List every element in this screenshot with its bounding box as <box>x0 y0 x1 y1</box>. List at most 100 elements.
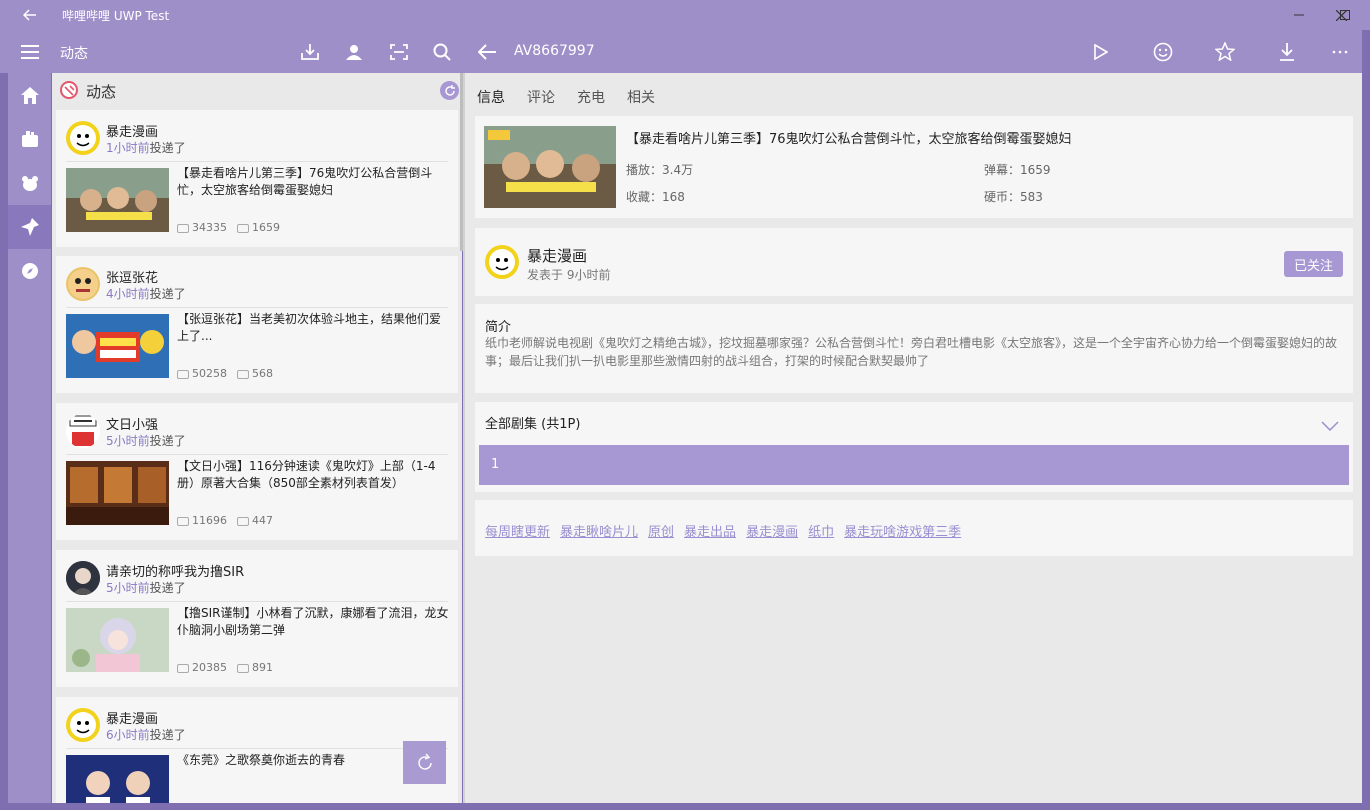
video-thumbnail[interactable] <box>66 755 169 803</box>
danmaku-count: 弹幕：1659 <box>984 163 1051 177</box>
avatar[interactable] <box>66 121 100 155</box>
user-name[interactable]: 暴走漫画 <box>106 121 158 140</box>
post-meta: 5小时前投递了 <box>106 432 186 449</box>
list-item[interactable]: 文日小强 5小时前投递了 【文日小强】116分钟速读《鬼吹灯》上部（1-4册）原… <box>56 403 458 540</box>
video-thumbnail[interactable] <box>66 168 169 232</box>
more-icon[interactable] <box>1322 30 1358 73</box>
user-icon[interactable] <box>336 30 372 73</box>
danmaku-count: 568 <box>252 367 273 380</box>
episode-item[interactable]: 1 <box>479 445 1349 485</box>
nav-discover-icon[interactable] <box>8 249 51 293</box>
nav-home-icon[interactable] <box>8 73 51 117</box>
play-count-icon <box>177 369 189 379</box>
detail-tabs: 信息 评论 充电 相关 <box>477 87 655 107</box>
post-time: 1小时前 <box>106 141 150 155</box>
list-item[interactable]: 请亲切的称呼我为撸SIR 5小时前投递了 【撸SIR谨制】小林看了沉默，康娜看了… <box>56 550 458 687</box>
nav-bear-icon[interactable] <box>8 161 51 205</box>
tag-link[interactable]: 暴走玩啥游戏第三季 <box>844 521 961 540</box>
user-name[interactable]: 暴走漫画 <box>106 708 158 727</box>
tags-panel: 每周瞎更新 暴走瞅啥片儿 原创 暴走出品 暴走漫画 纸巾 暴走玩啥游戏第三季 <box>475 500 1353 556</box>
detail-back-icon[interactable] <box>469 30 505 73</box>
video-stats: 50258 568 <box>177 367 273 380</box>
tag-link[interactable]: 暴走漫画 <box>746 521 798 540</box>
dynamic-logo-icon <box>60 81 78 99</box>
play-count: 34335 <box>192 221 227 234</box>
avatar[interactable] <box>66 708 100 742</box>
posted-time: 发表于 9小时前 <box>527 268 611 282</box>
tag-link[interactable]: 原创 <box>648 521 674 540</box>
av-number: AV8667997 <box>514 43 595 59</box>
section-label: 动态 <box>60 46 88 62</box>
video-title[interactable]: 【暴走看啥片儿第三季】76鬼吹灯公私合营倒斗忙，太空旅客给倒霉蛋娶媳妇 <box>177 165 449 199</box>
video-title[interactable]: 【张逗张花】当老美初次体验斗地主，结果他们爱上了... <box>177 311 449 345</box>
nav-dynamic-icon[interactable] <box>8 205 51 249</box>
download-manager-icon[interactable] <box>292 30 328 73</box>
user-name[interactable]: 文日小强 <box>106 414 158 433</box>
minimize-button[interactable] <box>1276 0 1322 30</box>
video-thumbnail[interactable] <box>66 608 169 672</box>
author-name[interactable]: 暴走漫画 <box>527 245 587 266</box>
intro-heading: 简介 <box>485 320 512 335</box>
favorite-count: 收藏：168 <box>626 190 685 204</box>
window-right-border <box>1362 30 1370 810</box>
video-thumbnail[interactable] <box>484 126 616 208</box>
danmaku-icon <box>237 223 249 233</box>
video-title[interactable]: 【文日小强】116分钟速读《鬼吹灯》上部（1-4册）原著大合集（850部全素材列… <box>177 458 449 492</box>
list-header: 动态 <box>52 73 462 107</box>
episodes-heading: 全部剧集 (共1P) <box>485 417 581 432</box>
chevron-down-icon[interactable] <box>1321 416 1339 435</box>
play-count: 20385 <box>192 661 227 674</box>
menu-icon[interactable] <box>12 30 48 73</box>
dynamic-list-pane: 动态 暴走漫画 1小时前投递了 【暴走看啥片儿第三季】76鬼吹灯公私合营倒斗忙，… <box>52 73 462 803</box>
refresh-icon[interactable] <box>440 81 459 100</box>
tag-link[interactable]: 每周瞎更新 <box>485 521 550 540</box>
tag-link[interactable]: 暴走瞅啥片儿 <box>560 521 638 540</box>
user-name[interactable]: 张逗张花 <box>106 267 158 286</box>
video-info-panel: 【暴走看啥片儿第三季】76鬼吹灯公私合营倒斗忙，太空旅客给倒霉蛋娶媳妇 播放：3… <box>475 116 1353 218</box>
tab-charge[interactable]: 充电 <box>577 87 605 107</box>
post-meta: 6小时前投递了 <box>106 726 186 743</box>
post-time: 4小时前 <box>106 287 150 301</box>
top-toolbar: 动态 AV8667997 <box>0 30 1370 73</box>
refresh-list-button[interactable] <box>403 741 446 784</box>
follow-button[interactable]: 已关注 <box>1284 251 1343 277</box>
divider <box>66 748 448 749</box>
star-icon[interactable] <box>1207 30 1243 73</box>
avatar[interactable] <box>485 245 519 279</box>
video-detail-pane: 信息 评论 充电 相关 【暴走看啥片儿第三季】76鬼吹灯公私合营倒斗忙，太空旅客… <box>465 73 1362 803</box>
video-stats: 11696 447 <box>177 514 273 527</box>
scan-icon[interactable] <box>381 30 417 73</box>
post-meta: 4小时前投递了 <box>106 285 186 302</box>
tab-related[interactable]: 相关 <box>627 87 655 107</box>
video-thumbnail[interactable] <box>66 461 169 525</box>
danmaku-icon <box>237 369 249 379</box>
download-icon[interactable] <box>1269 30 1305 73</box>
emoji-icon[interactable] <box>1145 30 1181 73</box>
play-count-icon <box>177 663 189 673</box>
avatar[interactable] <box>66 267 100 301</box>
list-item[interactable]: 张逗张花 4小时前投递了 【张逗张花】当老美初次体验斗地主，结果他们爱上了...… <box>56 256 458 393</box>
list-item[interactable]: 暴走漫画 6小时前投递了 《东莞》之歌祭奠你逝去的青春 <box>56 697 458 803</box>
tab-comments[interactable]: 评论 <box>527 87 555 107</box>
author-panel: 暴走漫画 发表于 9小时前 已关注 <box>475 228 1353 296</box>
search-icon[interactable] <box>424 30 460 73</box>
avatar[interactable] <box>66 561 100 595</box>
danmaku-count: 1659 <box>252 221 280 234</box>
window-left-border <box>0 73 8 810</box>
play-icon[interactable] <box>1083 30 1119 73</box>
user-name[interactable]: 请亲切的称呼我为撸SIR <box>106 561 244 580</box>
intro-text: 纸巾老师解说电视剧《鬼吹灯之精绝古城》，挖坟掘墓哪家强？公私合营倒斗忙！旁白君吐… <box>485 336 1338 368</box>
post-action: 投递了 <box>149 287 186 301</box>
video-thumbnail[interactable] <box>66 314 169 378</box>
close-button[interactable] <box>1318 0 1364 30</box>
avatar[interactable] <box>66 414 100 448</box>
tag-link[interactable]: 暴走出品 <box>684 521 736 540</box>
list-item[interactable]: 暴走漫画 1小时前投递了 【暴走看啥片儿第三季】76鬼吹灯公私合营倒斗忙，太空旅… <box>56 110 458 247</box>
tab-info[interactable]: 信息 <box>477 87 505 107</box>
tag-link[interactable]: 纸巾 <box>808 521 834 540</box>
back-arrow-icon[interactable] <box>18 4 42 26</box>
video-title[interactable]: 【撸SIR谨制】小林看了沉默，康娜看了流泪，龙女仆脑洞小剧场第二弹 <box>177 605 449 639</box>
post-action: 投递了 <box>149 728 186 742</box>
nav-channel-icon[interactable] <box>8 117 51 161</box>
video-stats: 20385 891 <box>177 661 273 674</box>
